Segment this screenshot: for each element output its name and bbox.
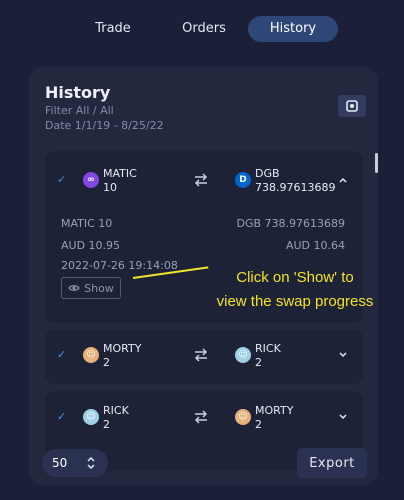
morty-icon: ☺ — [235, 409, 251, 425]
detail-to-fiat: AUD 10.64 — [285, 239, 345, 252]
export-button[interactable]: Export — [297, 448, 367, 478]
annotation-text: Click on 'Show' to view the swap progres… — [195, 266, 395, 314]
dgb-icon: D — [235, 172, 251, 188]
matic-icon: ∞ — [83, 172, 99, 188]
swap-arrows-icon — [194, 173, 208, 187]
scrollbar[interactable] — [375, 153, 378, 173]
swap-arrows-icon — [194, 348, 208, 362]
eye-icon — [68, 285, 80, 291]
filter-settings-button[interactable] — [338, 95, 366, 117]
morty-icon: ☺ — [83, 347, 99, 363]
tab-bar: Trade Orders History — [0, 16, 404, 42]
to-ticker: MORTY — [255, 404, 294, 417]
annotation-line-2: view the swap progress — [216, 293, 374, 310]
check-icon: ✓ — [57, 410, 67, 423]
detail-timestamp: 2022-07-26 19:14:08 — [61, 259, 178, 272]
show-button[interactable]: Show — [61, 277, 121, 299]
tab-orders[interactable]: Orders — [168, 16, 240, 42]
detail-to-amount: DGB 738.97613689 — [236, 217, 345, 230]
to-amount: 738.97613689 — [255, 181, 336, 194]
from-ticker: MORTY — [103, 342, 142, 355]
filter-summary: Filter All / All — [45, 104, 114, 117]
from-ticker: MATIC — [103, 167, 137, 180]
tab-history[interactable]: History — [248, 16, 338, 42]
from-amount: 10 — [103, 181, 117, 194]
check-icon: ✓ — [57, 348, 67, 361]
to-ticker: RICK — [255, 342, 281, 355]
chevron-up-icon[interactable] — [339, 177, 347, 183]
page-size-value: 50 — [52, 456, 68, 470]
to-amount: 2 — [255, 356, 262, 369]
to-ticker: DGB — [255, 167, 280, 180]
annotation-line-1: Click on 'Show' to — [236, 269, 354, 286]
stepper-icon — [87, 456, 95, 470]
tab-trade[interactable]: Trade — [82, 16, 144, 42]
from-ticker: RICK — [103, 404, 129, 417]
panel-title: History — [45, 83, 111, 102]
page-size-select[interactable]: 50 — [42, 449, 108, 477]
detail-from-fiat: AUD 10.95 — [61, 239, 121, 252]
chevron-down-icon[interactable] — [339, 352, 347, 358]
to-amount: 2 — [255, 418, 262, 431]
from-amount: 2 — [103, 356, 110, 369]
rick-icon: ☺ — [83, 409, 99, 425]
chevron-down-icon[interactable] — [339, 414, 347, 420]
show-button-label: Show — [84, 281, 114, 295]
swap-item[interactable]: ✓ ☺ MORTY 2 ☺ RICK 2 — [45, 329, 363, 384]
swap-arrows-icon — [194, 410, 208, 424]
settings-icon — [346, 100, 358, 112]
date-range: Date 1/1/19 - 8/25/22 — [45, 119, 164, 132]
detail-from-amount: MATIC 10 — [61, 217, 113, 230]
rick-icon: ☺ — [235, 347, 251, 363]
check-icon: ✓ — [57, 173, 67, 186]
from-amount: 2 — [103, 418, 110, 431]
